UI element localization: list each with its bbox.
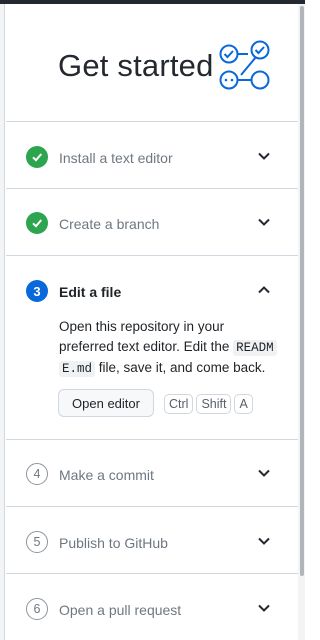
check-circle-icon — [26, 146, 48, 168]
step-number-badge: 3 — [26, 280, 48, 302]
key-ctrl: Ctrl — [164, 394, 194, 414]
workflow-checklist-icon — [219, 40, 270, 90]
step-label: Edit a file — [59, 284, 122, 300]
file-name-code: E.md — [59, 361, 96, 377]
step-create-branch: Create a branch — [6, 189, 298, 256]
step-install-text-editor: Install a text editor — [6, 122, 298, 189]
check-circle-icon — [26, 212, 48, 234]
step-publish-github: 5 Publish to GitHub — [6, 507, 298, 574]
step-description: Open this repository in your preferred t… — [59, 317, 291, 379]
step-number-badge: 6 — [26, 598, 48, 620]
step-edit-file: 3 Edit a file Open this repository in yo… — [6, 256, 298, 440]
chevron-down-icon[interactable] — [256, 465, 272, 481]
step-number-badge: 5 — [26, 531, 48, 553]
chevron-up-icon[interactable] — [256, 282, 272, 298]
step-label: Create a branch — [59, 216, 160, 232]
step-number-badge: 4 — [26, 463, 48, 485]
step-4-header[interactable]: 4 Make a commit — [6, 440, 298, 506]
chevron-down-icon[interactable] — [256, 148, 272, 164]
scrollbar-thumb[interactable] — [300, 6, 304, 576]
description-line: Open this repository in your — [59, 319, 225, 334]
description-line: preferred text editor. Edit the READM — [59, 337, 291, 358]
key-a: A — [234, 394, 253, 414]
step-label: Install a text editor — [59, 150, 173, 166]
chevron-down-icon[interactable] — [256, 600, 272, 616]
step-2-header[interactable]: Create a branch — [6, 189, 298, 255]
step-5-header[interactable]: 5 Publish to GitHub — [6, 507, 298, 573]
file-name-code: READM — [233, 340, 277, 356]
step-1-header[interactable]: Install a text editor — [6, 122, 298, 188]
page-title: Get started — [58, 48, 214, 83]
keyboard-shortcut: Ctrl Shift A — [164, 394, 253, 414]
open-editor-button[interactable]: Open editor — [58, 389, 154, 417]
panel-header: Get started — [6, 4, 298, 122]
step-label: Make a commit — [59, 467, 154, 483]
step-label: Publish to GitHub — [59, 535, 168, 551]
key-shift: Shift — [196, 394, 232, 414]
step-6-header[interactable]: 6 Open a pull request — [6, 574, 298, 640]
step-make-commit: 4 Make a commit — [6, 440, 298, 507]
step-3-header[interactable]: 3 Edit a file — [6, 256, 298, 322]
chevron-down-icon[interactable] — [256, 214, 272, 230]
chevron-down-icon[interactable] — [256, 533, 272, 549]
step-open-pull-request: 6 Open a pull request — [6, 574, 298, 640]
step-label: Open a pull request — [59, 602, 182, 618]
description-line: E.md file, save it, and come back. — [59, 358, 291, 379]
left-edge-divider — [0, 4, 5, 640]
get-started-panel: Get started Install a text editor Create… — [6, 4, 298, 640]
